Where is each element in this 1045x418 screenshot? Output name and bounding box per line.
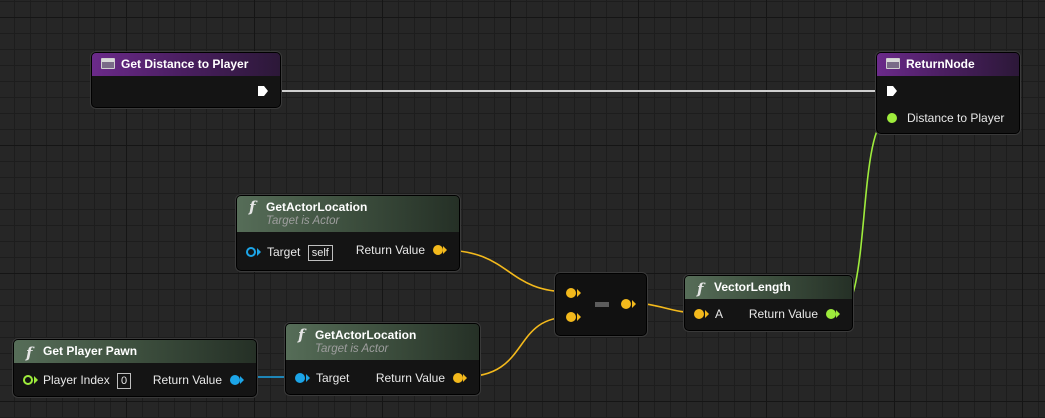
target-pin-2[interactable] — [295, 373, 305, 383]
pin-arrow-icon — [463, 374, 467, 382]
subtract-operator-icon — [595, 302, 609, 307]
vector-length-return-row[interactable]: Return Value — [749, 305, 840, 323]
pin-arrow-icon — [632, 300, 636, 308]
entry-node-header[interactable]: Get Distance to Player — [92, 53, 280, 76]
pin-arrow-icon — [577, 289, 581, 297]
entry-node-title: Get Distance to Player — [121, 57, 249, 71]
target-label-2: Target — [316, 371, 350, 385]
entry-node[interactable]: Get Distance to Player — [91, 52, 281, 108]
distance-pin[interactable] — [887, 113, 897, 123]
target-label-1: Target — [267, 245, 301, 259]
get-player-pawn-header[interactable]: f Get Player Pawn — [14, 340, 256, 363]
get-actor-location-1-subtitle: Target is Actor — [266, 215, 340, 227]
vector-length-header[interactable]: f VectorLength — [685, 276, 852, 299]
get-actor-location-2-header[interactable]: f GetActorLocation Target is Actor — [286, 324, 479, 360]
subtract-input-a-pin[interactable] — [566, 288, 576, 298]
pawn-return-pin[interactable] — [230, 375, 240, 385]
get-actor-location-1-header[interactable]: f GetActorLocation Target is Actor — [237, 196, 459, 232]
pin-arrow-icon — [240, 376, 244, 384]
subtract-node[interactable]: - — [555, 273, 647, 336]
vector-length-input-pin[interactable] — [694, 309, 704, 319]
get-actor-location-node-2[interactable]: f GetActorLocation Target is Actor Targe… — [285, 323, 480, 395]
event-icon — [101, 58, 115, 69]
pin-arrow-icon — [443, 246, 447, 254]
subtract-input-b-pin[interactable] — [566, 312, 576, 322]
pin-arrow-icon — [705, 310, 709, 318]
player-index-label: Player Index — [43, 373, 110, 387]
function-icon: f — [697, 280, 704, 298]
get-actor-location-2-subtitle: Target is Actor — [315, 343, 389, 355]
return-value-row-1[interactable]: Return Value — [356, 241, 447, 259]
get-actor-location-node-1[interactable]: f GetActorLocation Target is Actor Targe… — [236, 195, 460, 271]
vector-length-title: VectorLength — [714, 280, 791, 294]
vector-length-input-row[interactable]: A — [694, 305, 723, 323]
player-index-default[interactable]: 0 — [117, 372, 132, 389]
vector-length-input-label: A — [715, 307, 724, 321]
function-icon: f — [26, 344, 33, 362]
exec-out-pin[interactable] — [257, 85, 269, 97]
vector-length-return-pin[interactable] — [826, 309, 836, 319]
distance-pin-label: Distance to Player — [907, 111, 1005, 125]
function-icon: f — [298, 326, 305, 344]
return-value-row-2[interactable]: Return Value — [376, 369, 467, 387]
pin-arrow-icon — [306, 374, 310, 382]
return-value-label-1: Return Value — [355, 243, 425, 257]
return-value-pin-1[interactable] — [433, 245, 443, 255]
event-icon — [886, 58, 900, 69]
return-node-title: ReturnNode — [906, 57, 975, 71]
return-node[interactable]: ReturnNode Distance to Player — [876, 52, 1020, 134]
get-player-pawn-node[interactable]: f Get Player Pawn Player Index 0 Return … — [13, 339, 257, 397]
return-value-label-2: Return Value — [375, 371, 445, 385]
function-icon: f — [249, 198, 256, 216]
pawn-return-label: Return Value — [152, 373, 222, 387]
pawn-return-row[interactable]: Return Value — [153, 371, 244, 389]
vector-length-return-label: Return Value — [748, 307, 818, 321]
player-index-row[interactable]: Player Index 0 — [23, 371, 132, 389]
return-node-header[interactable]: ReturnNode — [877, 53, 1019, 76]
exec-in-pin[interactable] — [886, 85, 898, 97]
return-value-pin-2[interactable] — [453, 373, 463, 383]
player-index-pin[interactable] — [23, 375, 33, 385]
get-player-pawn-title: Get Player Pawn — [43, 344, 138, 358]
get-actor-location-1-title: GetActorLocation — [266, 200, 368, 214]
get-actor-location-2-title: GetActorLocation — [315, 328, 417, 342]
distance-pin-row[interactable]: Distance to Player — [886, 109, 1004, 127]
pin-arrow-icon — [34, 376, 38, 384]
pin-arrow-icon — [257, 248, 261, 256]
pin-arrow-icon — [577, 313, 581, 321]
pin-arrow-icon — [836, 310, 840, 318]
subtract-output-pin[interactable] — [621, 299, 631, 309]
vector-wire-location-a — [441, 249, 571, 293]
vector-length-node[interactable]: f VectorLength A Return Value — [684, 275, 853, 331]
target-pin-row-2[interactable]: Target — [295, 369, 349, 387]
target-pin-row-1[interactable]: Target self — [246, 243, 333, 261]
target-pin-1[interactable] — [246, 247, 256, 257]
target-default-1[interactable]: self — [307, 244, 333, 261]
